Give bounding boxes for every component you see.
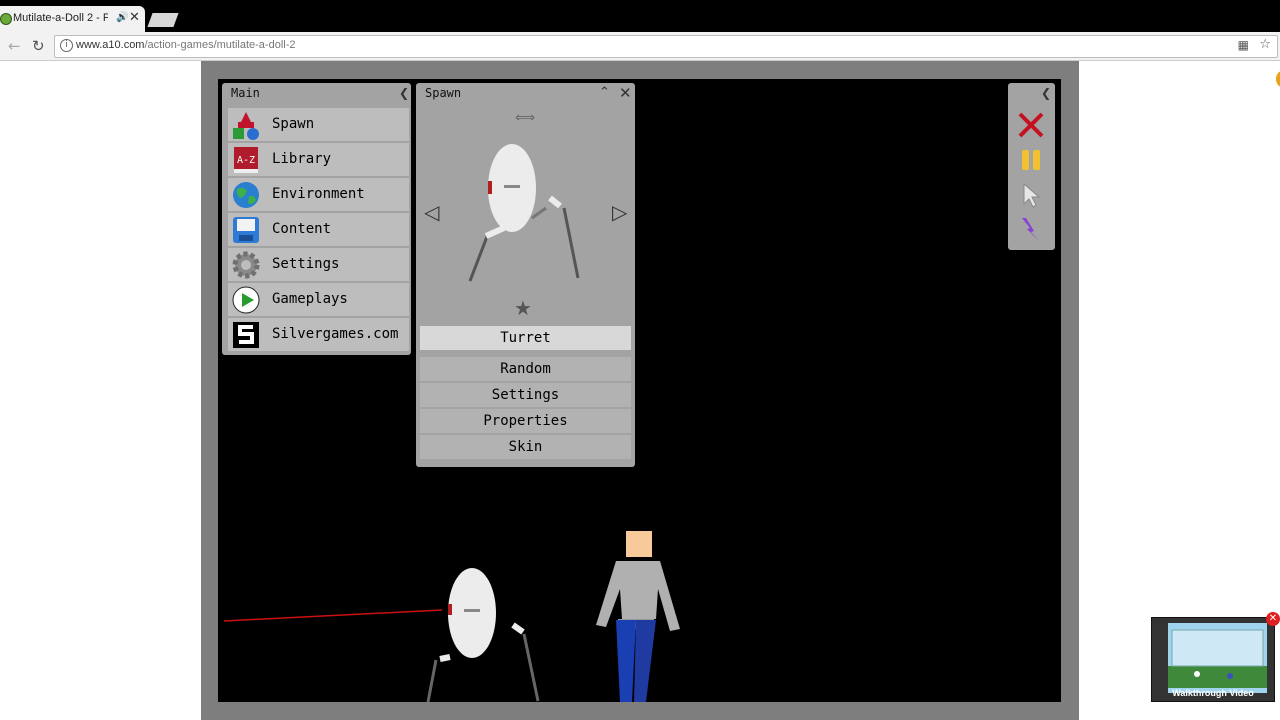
- main-panel-title: Main: [231, 86, 260, 100]
- globe-icon: [233, 182, 259, 208]
- main-item-label: Settings: [272, 256, 340, 272]
- next-arrow-icon[interactable]: ▷: [612, 200, 627, 224]
- tab-close-icon[interactable]: ✕: [129, 10, 140, 25]
- spawn-settings-button[interactable]: Settings: [420, 383, 631, 407]
- resize-horizontal-icon[interactable]: ⟺: [515, 110, 535, 126]
- spawn-properties-button[interactable]: Properties: [420, 409, 631, 433]
- spawn-skin-button[interactable]: Skin: [420, 435, 631, 459]
- main-item-library[interactable]: A-Z Library: [228, 143, 409, 176]
- main-item-gameplays[interactable]: Gameplays: [228, 283, 409, 316]
- turret-preview: [468, 144, 580, 282]
- back-arrow-icon[interactable]: ←: [8, 37, 21, 55]
- laser-beam: [223, 609, 443, 622]
- bookmark-star-icon[interactable]: ☆: [1259, 37, 1271, 52]
- spawn-random-button[interactable]: Random: [420, 357, 631, 381]
- info-icon[interactable]: i: [60, 39, 73, 52]
- floppy-disk-icon: [233, 217, 259, 243]
- gear-icon: [232, 251, 260, 279]
- main-item-label: Gameplays: [272, 291, 348, 307]
- speaker-icon[interactable]: 🔊: [116, 12, 128, 23]
- delete-x-icon[interactable]: [1016, 110, 1046, 140]
- spawn-panel: Spawn ⌃ ✕ ⟺ ◁ ▷ ★ Turret Random Settings…: [416, 83, 635, 467]
- site-favicon-icon: [0, 13, 12, 25]
- silvergames-logo-icon: [233, 322, 259, 348]
- turret-figure: [426, 568, 540, 702]
- selected-item-turret[interactable]: Turret: [420, 326, 631, 350]
- extension-icon[interactable]: ▦: [1238, 38, 1249, 52]
- play-icon: [232, 286, 260, 314]
- svg-text:A-Z: A-Z: [237, 155, 255, 166]
- tool-panel: ❮: [1008, 83, 1055, 250]
- pause-icon[interactable]: [1016, 145, 1046, 175]
- main-item-spawn[interactable]: Spawn: [228, 108, 409, 141]
- new-tab-button[interactable]: [147, 13, 179, 27]
- main-item-environment[interactable]: Environment: [228, 178, 409, 211]
- collapse-chevron-icon[interactable]: ❮: [399, 86, 409, 100]
- main-item-content[interactable]: Content: [228, 213, 409, 246]
- browser-toolbar: ← ↻ i www.a10.com/action-games/mutilate-…: [0, 32, 1280, 61]
- address-bar[interactable]: i www.a10.com/action-games/mutilate-a-do…: [54, 35, 1278, 58]
- browser-tab[interactable]: Mutilate-a-Doll 2 - Fre 🔊 ✕: [0, 6, 145, 32]
- book-a-z-icon: A-Z: [234, 147, 258, 173]
- main-item-label: Environment: [272, 186, 365, 202]
- chevron-up-icon[interactable]: ⌃: [599, 85, 610, 100]
- url-text[interactable]: www.a10.com/action-games/mutilate-a-doll…: [76, 39, 296, 51]
- close-icon[interactable]: ✕: [619, 84, 632, 102]
- main-item-label: Spawn: [272, 116, 315, 132]
- lightning-icon[interactable]: [1016, 215, 1046, 245]
- side-widget-icon[interactable]: [1276, 71, 1280, 87]
- reload-icon[interactable]: ↻: [32, 37, 45, 55]
- main-item-label: Library: [272, 151, 332, 167]
- main-item-label: Content: [272, 221, 332, 237]
- collapse-chevron-icon[interactable]: ❮: [1041, 86, 1051, 100]
- ragdoll-figure: [596, 531, 680, 702]
- main-item-settings[interactable]: Settings: [228, 248, 409, 281]
- main-item-label: Silvergames.com: [272, 326, 399, 342]
- walkthrough-label: Walkthrough Video: [1172, 688, 1254, 698]
- main-panel: Main ❮ Spawn A-Z Library Environment Con…: [222, 83, 411, 355]
- main-item-silvergames[interactable]: Silvergames.com: [228, 318, 409, 351]
- browser-tab-bar: Mutilate-a-Doll 2 - Fre 🔊 ✕: [0, 0, 1280, 32]
- tab-title: Mutilate-a-Doll 2 - Fre: [13, 12, 108, 24]
- walkthrough-video-thumbnail[interactable]: Walkthrough Video ✕: [1151, 612, 1280, 702]
- spawn-shapes-icon: [233, 112, 259, 140]
- previous-arrow-icon[interactable]: ◁: [424, 200, 439, 224]
- close-icon[interactable]: ✕: [1266, 612, 1280, 626]
- cursor-icon[interactable]: [1016, 180, 1046, 210]
- favorite-star-icon[interactable]: ★: [514, 296, 532, 320]
